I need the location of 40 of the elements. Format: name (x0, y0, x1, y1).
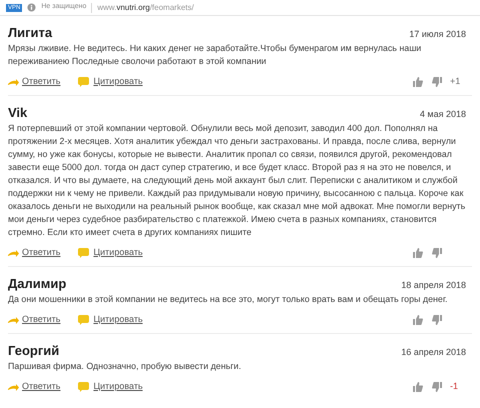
thumbs-up-icon[interactable] (413, 77, 423, 87)
url-text[interactable]: www.vnutri.org/feomarkets/ (97, 2, 194, 14)
comment-text: Мрязы лживие. Не ведитесь. Ни каких денег не заработайте.Чтобы буменрагом им вернулась наши переживаниею Последные сволочи работают в этой компании (8, 42, 422, 68)
reply-link[interactable]: Ответить (22, 246, 60, 260)
thumbs-up-icon[interactable] (413, 382, 423, 392)
author-name: Лигита (8, 25, 52, 41)
quote-link[interactable]: Цитировать (93, 313, 143, 327)
reply-link[interactable]: Ответить (22, 313, 60, 327)
comment-text: Я потерпевший от этой компании чертовой. Обнулили весь мой депозит, заводил 400 дол. Пополнял на протяжении 2-х месяцев. Хотя аналитик убеждал что деньги застрахованы. И правда, после слива, вернули сумму, но уже как бонусы, которые не вывести. Аналитик пропал со связи, появился другой, рекомендовал завести еще 5000 дол. тогда он даст супер стратегию, и все будет класс. Второй раз я на это не повелся, и отказался. И что вы думаете, на следующий день мой аккаунт был слит. Переписки с аналитиком и службой поддержки ни к чему не привели. Каждый раз придумывали новую причину, высосанною с пальца. Короче как оказалось деньги не выходили на реальный рынок вообще, как сказал мне мой адвокат. Мне помогли вернуть мои деньги через судебное разбирательство с платежкой. Имею счета в разных компаниях, становится стремно. Если кто имеет счета в других компаниях пишите (8, 122, 466, 239)
quote-link[interactable]: Цитировать (93, 246, 143, 260)
thumbs-down-icon[interactable] (432, 77, 442, 87)
thumbs-up-icon[interactable] (413, 248, 423, 258)
reply-link[interactable]: Ответить (22, 380, 60, 394)
vote-score: +1 (449, 75, 462, 88)
author-name: Vik (8, 105, 28, 121)
comment-date: 17 июля 2018 (409, 28, 466, 40)
thumbs-down-icon[interactable] (432, 315, 442, 325)
speech-bubble-icon[interactable] (78, 315, 90, 325)
author-name: Георгий (8, 343, 60, 359)
thumbs-up-icon[interactable] (413, 315, 423, 325)
thumbs-down-icon[interactable] (432, 382, 442, 392)
reply-arrow-icon[interactable] (8, 316, 19, 324)
vote-score: -1 (449, 380, 460, 394)
speech-bubble-icon[interactable] (78, 77, 90, 87)
thumbs-down-icon[interactable] (432, 248, 442, 258)
speech-bubble-icon[interactable] (78, 248, 90, 258)
speech-bubble-icon[interactable] (78, 382, 90, 392)
reply-arrow-icon[interactable] (8, 78, 19, 86)
quote-link[interactable]: Цитировать (93, 75, 143, 89)
info-icon[interactable] (27, 3, 36, 12)
reply-arrow-icon[interactable] (8, 250, 19, 256)
comment-text: Паршивая фирма. Однозначно, пробую вывести деньги. (8, 360, 242, 373)
comment-date: 18 апреля 2018 (401, 278, 466, 292)
author-name: Далимир (8, 276, 66, 292)
reply-arrow-icon[interactable] (8, 384, 19, 390)
comment-date: 16 апреля 2018 (401, 346, 466, 359)
quote-link[interactable]: Цитировать (93, 380, 143, 394)
reply-link[interactable]: Ответить (22, 75, 60, 89)
comment-text: Да они мошенники в этой компании не ведитесь на все это, могут только врать вам и обещать горы денег. (8, 293, 448, 306)
comment-date: 4 мая 2018 (420, 108, 466, 120)
